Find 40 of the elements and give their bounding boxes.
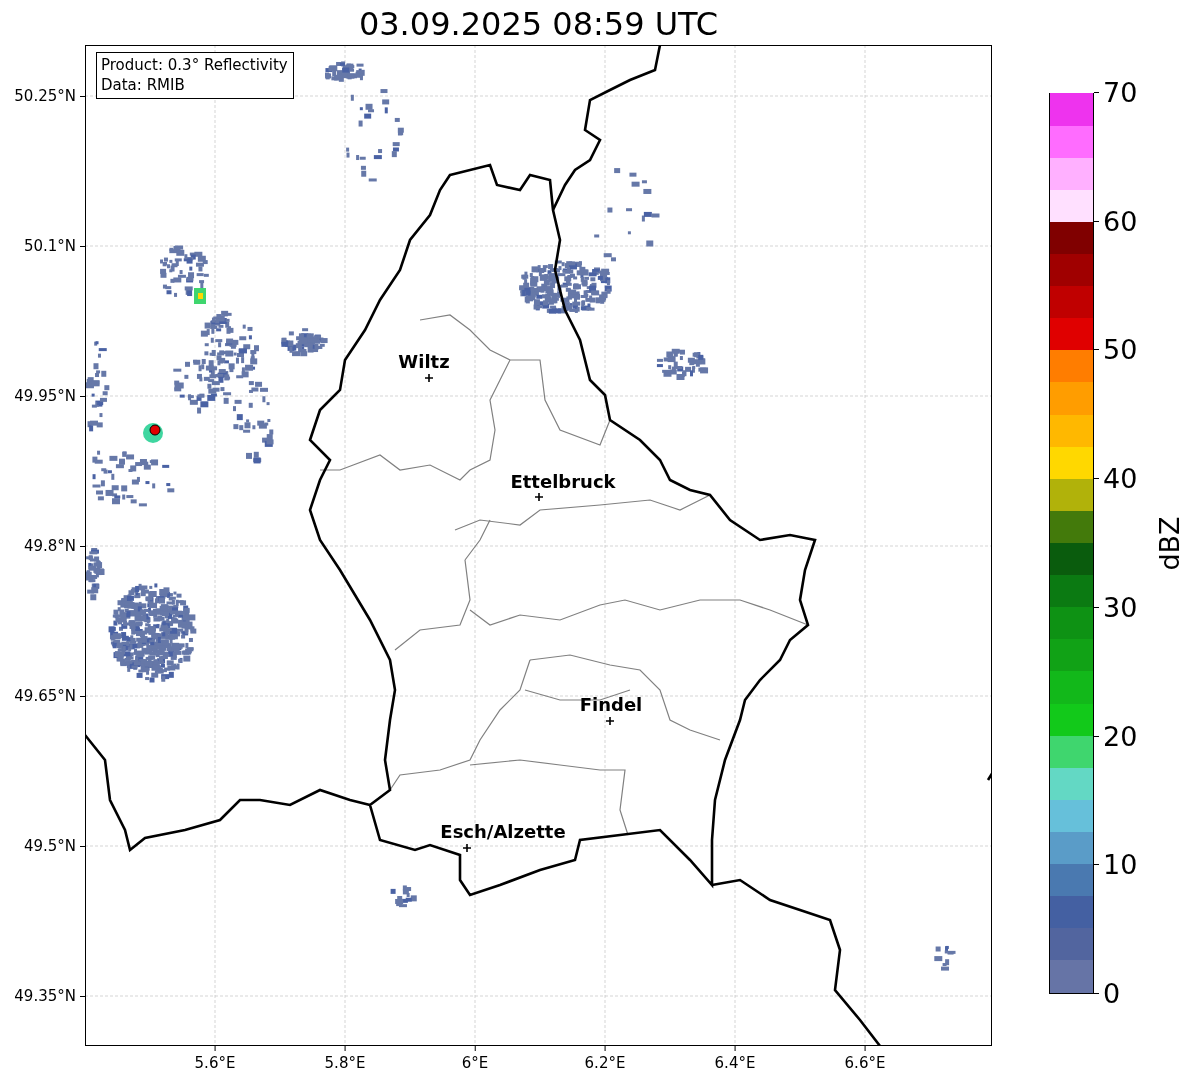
axis-tick-label: 49.8°N <box>23 537 85 555</box>
radar-echo <box>656 348 709 380</box>
radar-echo <box>86 548 105 601</box>
colorbar-tick-label: 10 <box>1094 849 1138 880</box>
axis-tick-label: 50.1°N <box>23 237 85 255</box>
colorbar-tick-label: 60 <box>1094 206 1138 237</box>
colorbar-tick-label: 70 <box>1094 77 1138 108</box>
colorbar-tick-label: 40 <box>1094 463 1138 494</box>
radar-echo <box>281 328 328 357</box>
info-text: Data: RMIB <box>101 75 186 95</box>
axis-tick-label: 49.5°N <box>23 837 85 855</box>
colorbar-tick-label: 0 <box>1094 978 1121 1009</box>
colorbar-tick-label: 30 <box>1094 592 1138 623</box>
axis-tick-label: 6°E <box>461 1046 489 1072</box>
city-marker-icon <box>462 843 472 853</box>
city-label: Wiltz <box>398 351 450 372</box>
colorbar-label: dBZ <box>1153 515 1184 571</box>
axis-tick-label: 6.6°E <box>844 1046 886 1072</box>
axis-tick-label: 50.25°N <box>14 87 85 105</box>
axis-tick-label: 49.65°N <box>14 687 85 705</box>
radar-echo <box>143 423 163 443</box>
city-label: Esch/Alzette <box>440 821 566 842</box>
axis-tick-label: 49.35°N <box>14 987 85 1005</box>
radar-echo <box>934 945 956 971</box>
city-marker-icon <box>534 492 544 502</box>
colorbar-tick-label: 20 <box>1094 721 1138 752</box>
axis-tick-label: 6.2°E <box>584 1046 626 1072</box>
city-marker-icon <box>605 716 615 726</box>
axis-tick-label: 5.6°E <box>194 1046 236 1072</box>
colorbar-tick-label: 50 <box>1094 334 1138 365</box>
info-text: Product: 0.3° Reflectivity <box>101 55 288 75</box>
axis-tick-label: 5.8°E <box>324 1046 366 1072</box>
axis-tick-label: 6.4°E <box>714 1046 756 1072</box>
city-label: Ettelbruck <box>510 471 616 492</box>
city-marker-icon <box>424 373 434 383</box>
radar-echo <box>325 61 365 82</box>
chart-title: 03.09.2025 08:59 UTC <box>358 4 719 45</box>
city-label: Findel <box>579 694 643 715</box>
axis-tick-label: 49.95°N <box>14 387 85 405</box>
radar-echo <box>390 885 417 908</box>
